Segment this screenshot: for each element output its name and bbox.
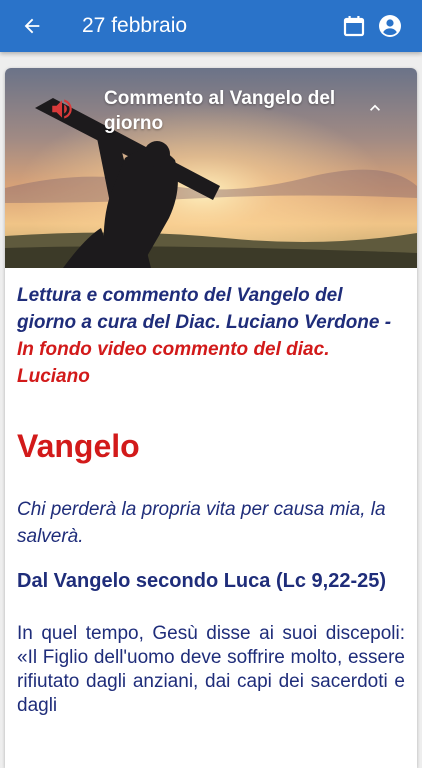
app-bar: 27 febbraio [0, 0, 422, 52]
hero-banner[interactable]: Commento al Vangelo del giorno [5, 68, 417, 268]
speaker-icon[interactable] [49, 96, 75, 122]
back-button[interactable] [18, 12, 46, 40]
account-button[interactable] [376, 12, 404, 40]
gospel-body: In quel tempo, Gesù disse ai suoi discep… [17, 623, 405, 716]
gospel-card: Commento al Vangelo del giorno Lettura e… [5, 68, 417, 768]
gospel-subtitle: Chi perderà la propria vita per causa mi… [17, 499, 386, 547]
intro-main: Lettura e commento del Vangelo del giorn… [17, 285, 392, 333]
calendar-button[interactable] [340, 12, 368, 40]
chevron-up-icon[interactable] [365, 98, 385, 118]
arrow-left-icon [24, 18, 40, 34]
gospel-reference: Dal Vangelo secondo Luca (Lc 9,22-25) [17, 570, 387, 592]
hero-title: Commento al Vangelo del giorno [104, 88, 336, 134]
calendar-icon [343, 16, 365, 37]
intro-text: Lettura e commento del Vangelo del giorn… [17, 282, 405, 390]
gospel-content: Lettura e commento del Vangelo del giorn… [5, 282, 417, 718]
intro-video-note: In fondo video commento del diac. Lucian… [17, 339, 330, 387]
section-heading: Vangelo [17, 428, 140, 464]
account-circle-icon [379, 15, 401, 37]
date-title: 27 febbraio [82, 14, 188, 37]
